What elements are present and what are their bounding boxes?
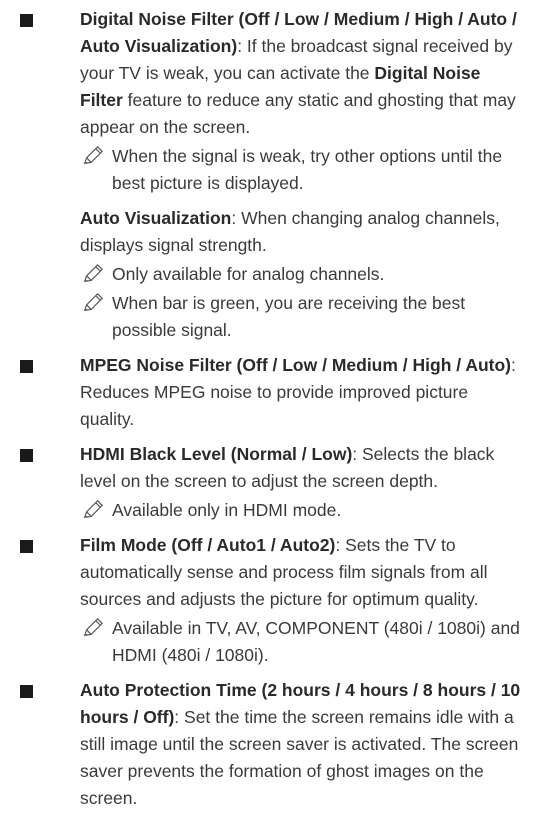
square-bullet-icon (20, 449, 33, 462)
pencil-note-icon (83, 263, 104, 283)
note-text: Available only in HDMI mode. (112, 500, 342, 520)
note: Available in TV, AV, COMPONENT (480i / 1… (80, 615, 526, 669)
note-text: When bar is green, you are receiving the… (112, 293, 466, 340)
pencil-note-icon (83, 617, 104, 637)
list-item-auto-protection-time: Auto Protection Time (2 hours / 4 hours … (0, 677, 540, 812)
square-bullet-icon (20, 540, 33, 553)
note: When bar is green, you are receiving the… (80, 290, 526, 344)
square-bullet-icon (20, 360, 33, 373)
square-bullet-icon (20, 685, 33, 698)
note: Available only in HDMI mode. (80, 497, 526, 524)
item-text-continued: feature to reduce any static and ghostin… (80, 90, 516, 137)
note-text: When the signal is weak, try other optio… (112, 146, 503, 193)
list-item-hdmi-black-level: HDMI Black Level (Normal / Low): Selects… (0, 441, 540, 524)
pencil-note-icon (83, 292, 104, 312)
pencil-note-icon (83, 145, 104, 165)
sub-paragraph: Auto Visualization: When changing analog… (80, 205, 526, 259)
manual-page: Digital Noise Filter (Off / Low / Medium… (0, 6, 540, 820)
note: Only available for analog channels. (80, 261, 526, 288)
note-text: Only available for analog channels. (112, 264, 385, 284)
list-item-mpeg-noise-filter: MPEG Noise Filter (Off / Low / Medium / … (0, 352, 540, 433)
item-paragraph: MPEG Noise Filter (Off / Low / Medium / … (80, 352, 526, 433)
note-text: Available in TV, AV, COMPONENT (480i / 1… (112, 618, 520, 665)
note: When the signal is weak, try other optio… (80, 143, 526, 197)
list-item-digital-noise-filter: Digital Noise Filter (Off / Low / Medium… (0, 6, 540, 344)
item-paragraph: Auto Protection Time (2 hours / 4 hours … (80, 677, 526, 812)
list-item-film-mode: Film Mode (Off / Auto1 / Auto2): Sets th… (0, 532, 540, 669)
pencil-note-icon (83, 499, 104, 519)
item-paragraph: Film Mode (Off / Auto1 / Auto2): Sets th… (80, 532, 526, 613)
item-title: MPEG Noise Filter (Off / Low / Medium / … (80, 355, 512, 375)
sub-title: Auto Visualization (80, 208, 232, 228)
square-bullet-icon (20, 14, 33, 27)
item-paragraph: Digital Noise Filter (Off / Low / Medium… (80, 6, 526, 141)
item-title: Film Mode (Off / Auto1 / Auto2) (80, 535, 336, 555)
item-title: HDMI Black Level (Normal / Low) (80, 444, 353, 464)
item-paragraph: HDMI Black Level (Normal / Low): Selects… (80, 441, 526, 495)
